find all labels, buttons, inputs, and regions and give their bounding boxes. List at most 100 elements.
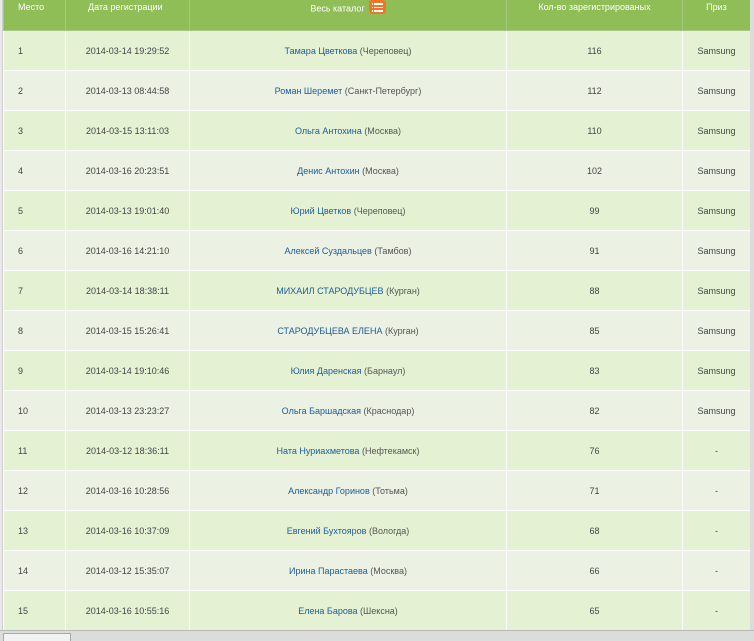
cell-date: 2014-03-14 18:38:11 <box>65 270 190 311</box>
cell-participant: Александр Горинов (Тотьма) <box>189 470 507 511</box>
cell-prize: Samsung <box>682 390 750 431</box>
leaderboard-container: Место Дата регистрации Весь каталог Кол-… <box>3 0 750 630</box>
cell-date: 2014-03-13 23:23:27 <box>65 390 190 431</box>
participant-name-link[interactable]: Ната Нуриахметова <box>277 446 360 456</box>
participant-city: (Москва) <box>370 565 407 576</box>
cell-prize: Samsung <box>682 150 750 191</box>
header-catalog[interactable]: Весь каталог <box>189 0 507 31</box>
participant-name-link[interactable]: СТАРОДУБЦЕВА ЕЛЕНА <box>277 326 382 336</box>
cell-count: 68 <box>506 510 683 551</box>
cell-count: 65 <box>506 590 683 630</box>
participant-name-link[interactable]: Ольга Баршадская <box>282 406 361 416</box>
participant-city: (Шексна) <box>360 605 398 616</box>
participant-city: (Нефтекамск) <box>361 445 420 456</box>
cell-prize: Samsung <box>682 190 750 231</box>
participant-name-link[interactable]: Алексей Суздальцев <box>285 246 372 256</box>
participant-city: (Череповец) <box>359 45 412 56</box>
participant-name-link[interactable]: Юрий Цветков <box>291 206 352 216</box>
cell-participant: Ната Нуриахметова (Нефтекамск) <box>189 430 507 471</box>
cell-place: 2 <box>3 70 66 111</box>
cell-date: 2014-03-16 10:28:56 <box>65 470 190 511</box>
cell-count: 76 <box>506 430 683 471</box>
cell-count: 110 <box>506 110 683 151</box>
cell-count: 83 <box>506 350 683 391</box>
cell-place: 1 <box>3 30 66 71</box>
cell-place: 15 <box>3 590 66 630</box>
cell-participant: СТАРОДУБЦЕВА ЕЛЕНА (Курган) <box>189 310 507 351</box>
cell-place: 11 <box>3 430 66 471</box>
cell-place: 8 <box>3 310 66 351</box>
participant-city: (Череповец) <box>353 205 406 216</box>
cell-count: 112 <box>506 70 683 111</box>
cell-count: 116 <box>506 30 683 71</box>
window-scrollbar[interactable] <box>750 0 754 640</box>
cell-prize: Samsung <box>682 110 750 151</box>
table-row: 13 2014-03-16 10:37:09 Евгений Бухтояров (… <box>3 510 750 551</box>
participant-name-link[interactable]: Александр Горинов <box>288 486 370 496</box>
header-date: Дата регистрации <box>65 0 190 31</box>
cell-place: 4 <box>3 150 66 191</box>
participant-city: (Тамбов) <box>374 245 412 256</box>
cell-place: 9 <box>3 350 66 391</box>
cell-date: 2014-03-12 15:35:07 <box>65 550 190 591</box>
cell-count: 99 <box>506 190 683 231</box>
cell-place: 10 <box>3 390 66 431</box>
cell-participant: Евгений Бухтояров (Вологда) <box>189 510 507 551</box>
cell-date: 2014-03-14 19:29:52 <box>65 30 190 71</box>
table-row: 6 2014-03-16 14:21:10 Алексей Суздальцев (… <box>3 230 750 271</box>
participant-name-link[interactable]: Ольга Антохина <box>295 126 362 136</box>
cell-participant: МИХАИЛ СТАРОДУБЦЕВ (Курган) <box>189 270 507 311</box>
cell-participant: Юлия Даренская (Барнаул) <box>189 350 507 391</box>
cell-date: 2014-03-16 10:37:09 <box>65 510 190 551</box>
participant-name-link[interactable]: Денис Антохин <box>297 166 360 176</box>
cell-count: 88 <box>506 270 683 311</box>
table-row: 11 2014-03-12 18:36:11 Ната Нуриахметова (… <box>3 430 750 471</box>
participant-city: (Вологда) <box>368 525 410 536</box>
table-row: 5 2014-03-13 19:01:40 Юрий Цветков (Черепо… <box>3 190 750 231</box>
cell-participant: Тамара Цветкова (Череповец) <box>189 30 507 71</box>
cell-participant: Денис Антохин (Москва) <box>189 150 507 191</box>
table-body: 1 2014-03-14 19:29:52 Тамара Цветкова (Чер… <box>3 30 750 630</box>
cell-prize: - <box>682 550 750 591</box>
cell-count: 82 <box>506 390 683 431</box>
table-row: 8 2014-03-15 15:26:41 СТАРОДУБЦЕВА ЕЛЕНА (… <box>3 310 750 351</box>
cell-date: 2014-03-15 15:26:41 <box>65 310 190 351</box>
header-catalog-label: Весь каталог <box>310 3 365 14</box>
cell-prize: Samsung <box>682 270 750 311</box>
cell-prize: Samsung <box>682 70 750 111</box>
cell-participant: Алексей Суздальцев (Тамбов) <box>189 230 507 271</box>
cell-prize: Samsung <box>682 230 750 271</box>
table-row: 2 2014-03-13 08:44:58 Роман Шеремет (Санкт… <box>3 70 750 111</box>
cell-count: 66 <box>506 550 683 591</box>
list-icon[interactable] <box>368 0 386 14</box>
header-place: Место <box>3 0 66 31</box>
participant-name-link[interactable]: Евгений Бухтояров <box>287 526 367 536</box>
cell-date: 2014-03-16 14:21:10 <box>65 230 190 271</box>
participant-name-link[interactable]: МИХАИЛ СТАРОДУБЦЕВ <box>276 286 383 296</box>
horizontal-scrollbar[interactable] <box>0 630 754 641</box>
participant-name-link[interactable]: Роман Шеремет <box>275 86 343 96</box>
table-row: 14 2014-03-12 15:35:07 Ирина Парастаева (М… <box>3 550 750 591</box>
table-row: 9 2014-03-14 19:10:46 Юлия Даренская (Барн… <box>3 350 750 391</box>
cell-date: 2014-03-14 19:10:46 <box>65 350 190 391</box>
cell-place: 12 <box>3 470 66 511</box>
cell-prize: - <box>682 430 750 471</box>
cell-count: 91 <box>506 230 683 271</box>
participant-name-link[interactable]: Елена Барова <box>298 606 357 616</box>
cell-place: 5 <box>3 190 66 231</box>
table-row: 12 2014-03-16 10:28:56 Александр Горинов (… <box>3 470 750 511</box>
participant-name-link[interactable]: Ирина Парастаева <box>289 566 368 576</box>
cell-date: 2014-03-16 10:55:16 <box>65 590 190 630</box>
cell-date: 2014-03-12 18:36:11 <box>65 430 190 471</box>
cell-date: 2014-03-16 20:23:51 <box>65 150 190 191</box>
cell-place: 6 <box>3 230 66 271</box>
table-header-row: Место Дата регистрации Весь каталог Кол-… <box>3 0 750 31</box>
participant-city: (Москва) <box>362 165 399 176</box>
cell-prize: - <box>682 590 750 630</box>
participant-name-link[interactable]: Тамара Цветкова <box>285 46 358 56</box>
participant-name-link[interactable]: Юлия Даренская <box>291 366 362 376</box>
table-row: 10 2014-03-13 23:23:27 Ольга Баршадская (К… <box>3 390 750 431</box>
cell-place: 14 <box>3 550 66 591</box>
cell-participant: Юрий Цветков (Череповец) <box>189 190 507 231</box>
participant-city: (Курган) <box>386 285 420 296</box>
